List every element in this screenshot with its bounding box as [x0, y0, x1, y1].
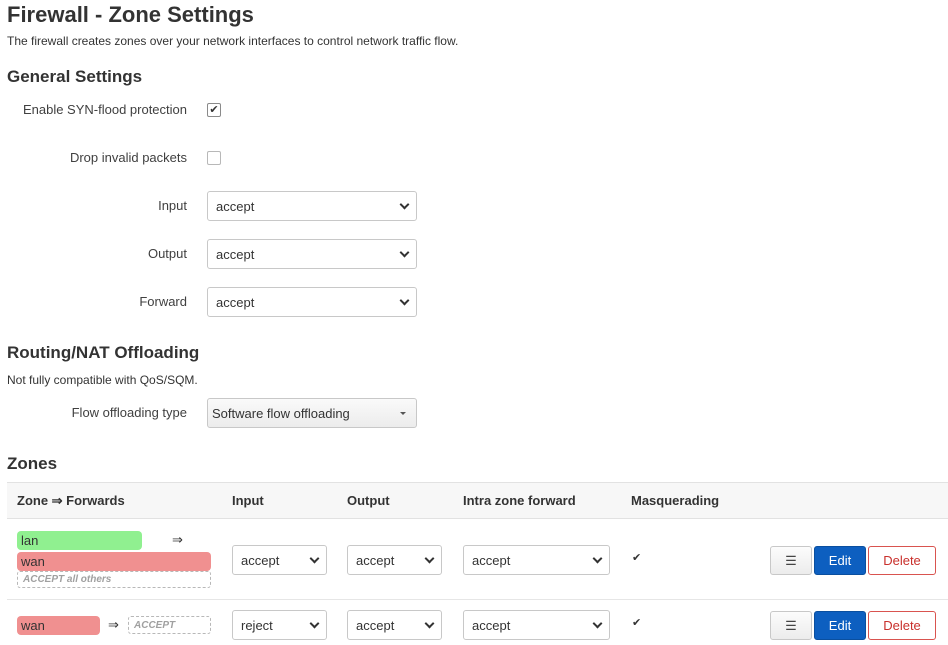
- zone-lan-input-select[interactable]: accept: [232, 545, 327, 575]
- chevron-down-icon: [399, 247, 410, 257]
- zones-heading: Zones: [7, 454, 58, 473]
- page-title: Firewall - Zone Settings: [7, 2, 254, 27]
- zone-wan-output-select[interactable]: accept: [347, 610, 442, 640]
- drop-invalid-label: Drop invalid packets: [69, 150, 187, 165]
- chevron-down-icon: [424, 618, 435, 628]
- zone-wan-menu-button[interactable]: ☰: [770, 611, 812, 640]
- zone-wan-delete-button[interactable]: Delete: [868, 611, 936, 640]
- forward-policy-label: Forward: [139, 294, 187, 309]
- syn-flood-checkbox[interactable]: ✔: [207, 103, 221, 117]
- zone-wan-intra-value: accept: [472, 617, 511, 633]
- col-output: Output: [347, 493, 390, 508]
- zone-wan-edit-button[interactable]: Edit: [814, 611, 866, 640]
- forward-policy-select[interactable]: accept: [207, 287, 417, 317]
- zone-wan-input-select[interactable]: reject: [232, 610, 327, 640]
- input-policy-value: accept: [216, 198, 255, 214]
- default-forward-policy: ACCEPT all others: [17, 571, 211, 588]
- general-settings-heading: General Settings: [7, 67, 143, 86]
- zone-wan-intra-select[interactable]: accept: [463, 610, 610, 640]
- offloading-note: Not fully compatible with QoS/SQM.: [7, 373, 198, 387]
- chevron-down-icon: [592, 618, 603, 628]
- forward-arrow-icon: ⇒: [108, 617, 119, 632]
- zone-badge-wan: wan: [17, 616, 100, 635]
- page-description: The firewall creates zones over your net…: [7, 34, 459, 48]
- zone-lan-output-select[interactable]: accept: [347, 545, 442, 575]
- zone-lan-masquerading-check-icon[interactable]: ✔: [632, 551, 641, 564]
- zone-wan-input-value: reject: [241, 617, 273, 633]
- col-masquerading: Masquerading: [631, 493, 720, 508]
- flow-offloading-value: Software flow offloading: [212, 405, 350, 421]
- output-policy-select[interactable]: accept: [207, 239, 417, 269]
- chevron-down-icon: [309, 618, 320, 628]
- menu-icon: ☰: [785, 617, 797, 633]
- chevron-down-icon: [592, 553, 603, 563]
- zone-badge-lan: lan: [17, 531, 142, 550]
- menu-icon: ☰: [785, 552, 797, 568]
- zone-lan-intra-value: accept: [472, 552, 511, 568]
- col-intra-zone-forward: Intra zone forward: [463, 493, 576, 508]
- zone-lan-edit-button[interactable]: Edit: [814, 546, 866, 575]
- forward-badge-wan: wan: [17, 552, 211, 571]
- caret-down-icon: [400, 411, 406, 415]
- output-policy-value: accept: [216, 246, 255, 262]
- chevron-down-icon: [424, 553, 435, 563]
- col-input: Input: [232, 493, 264, 508]
- flow-offloading-select[interactable]: Software flow offloading: [207, 398, 417, 428]
- chevron-down-icon: [309, 553, 320, 563]
- forward-policy-value: accept: [216, 294, 255, 310]
- check-icon: ✔: [209, 103, 219, 116]
- zone-lan-intra-select[interactable]: accept: [463, 545, 610, 575]
- row-divider: [7, 599, 948, 600]
- zone-wan-output-value: accept: [356, 617, 395, 633]
- zone-lan-output-value: accept: [356, 552, 395, 568]
- input-policy-label: Input: [158, 198, 187, 213]
- zone-lan-input-value: accept: [241, 552, 280, 568]
- chevron-down-icon: [399, 199, 410, 209]
- output-policy-label: Output: [147, 246, 187, 261]
- syn-flood-label: Enable SYN-flood protection: [22, 102, 187, 117]
- forward-arrow-icon: ⇒: [172, 532, 183, 547]
- flow-offloading-label: Flow offloading type: [71, 405, 187, 420]
- default-forward-policy: ACCEPT: [128, 616, 211, 634]
- input-policy-select[interactable]: accept: [207, 191, 417, 221]
- zone-wan-masquerading-check-icon[interactable]: ✔: [632, 616, 641, 629]
- col-zone-forwards: Zone ⇒ Forwards: [17, 493, 125, 508]
- zone-lan-delete-button[interactable]: Delete: [868, 546, 936, 575]
- offloading-heading: Routing/NAT Offloading: [7, 343, 200, 362]
- zone-lan-menu-button[interactable]: ☰: [770, 546, 812, 575]
- chevron-down-icon: [399, 295, 410, 305]
- drop-invalid-checkbox[interactable]: [207, 151, 221, 165]
